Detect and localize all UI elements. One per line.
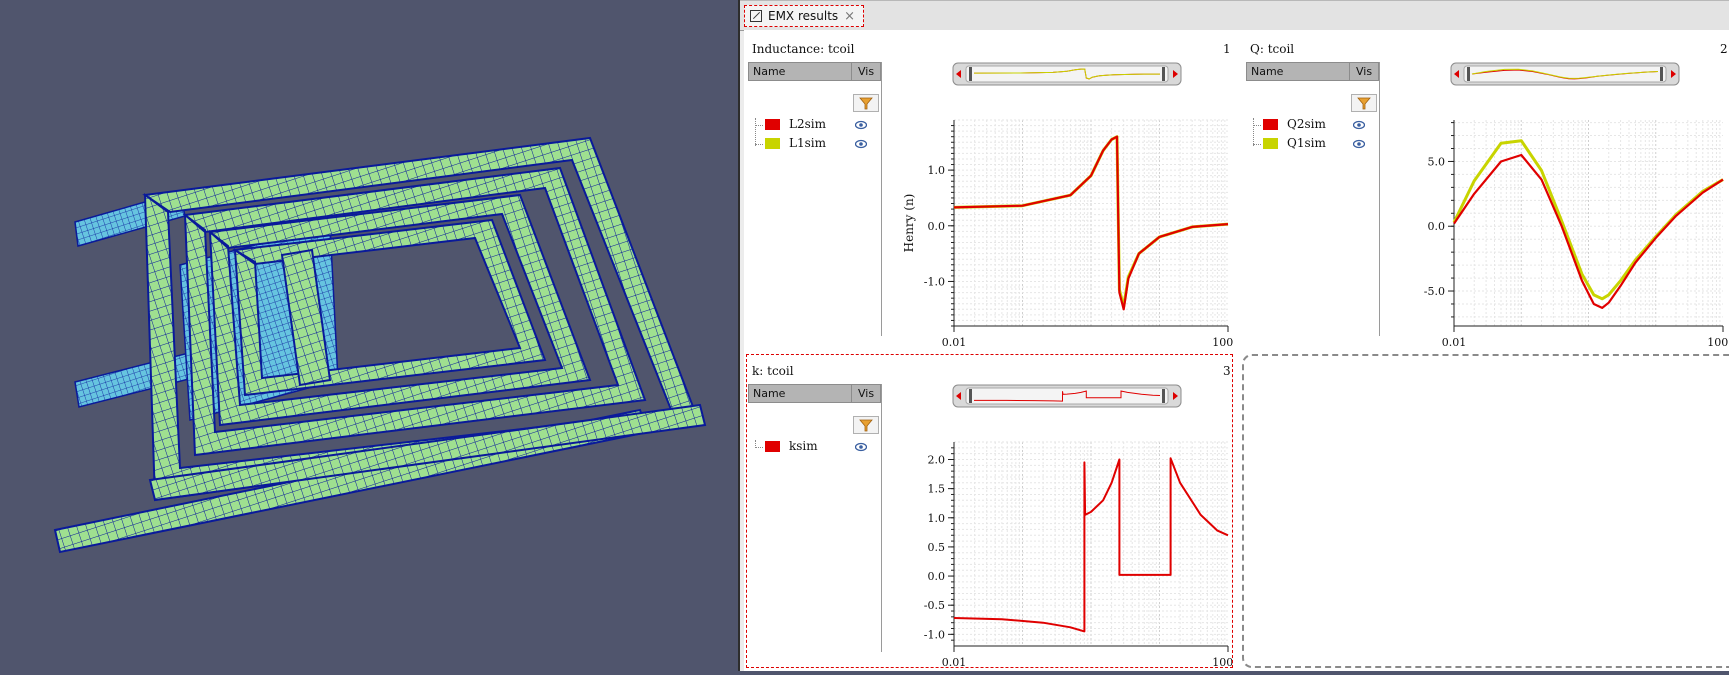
q-plot[interactable]: 5.00.0-5.00.01100.0(G)	[1380, 88, 1729, 348]
series-name: Q1sim	[1287, 136, 1326, 150]
x-tick-label: 0.01	[942, 336, 967, 348]
y-tick-label: 0.0	[928, 220, 946, 233]
tab-emx-results[interactable]: EMX results ×	[744, 5, 864, 27]
y-tick-label: 1.0	[928, 164, 946, 177]
legend-list-header: Name Vis	[748, 62, 881, 81]
y-tick-label: -1.0	[924, 275, 945, 288]
panel-inductance[interactable]: Inductance: tcoil 1 Name Vis L2sim L1sim	[744, 30, 1234, 348]
slider-handle-left	[969, 67, 972, 81]
eye-icon[interactable]	[855, 119, 867, 131]
plot-icon	[750, 10, 762, 22]
tab-label: EMX results	[768, 9, 839, 23]
y-tick-label: -5.0	[1424, 285, 1445, 298]
range-slider[interactable]	[1450, 61, 1680, 87]
tab-bar: EMX results ×	[740, 0, 1729, 31]
eye-icon[interactable]	[1353, 138, 1365, 150]
series-name: L1sim	[789, 136, 826, 150]
series-line-L2sim	[953, 135, 1229, 311]
inductance-plot[interactable]: 1.00.0-1.00.01100.0(G)Henry (n)	[882, 88, 1234, 348]
panel-title: Inductance: tcoil	[752, 42, 855, 56]
panel-number: 1	[1223, 42, 1231, 56]
slider-handle-right	[1162, 67, 1165, 81]
filter-funnel-icon[interactable]	[1351, 94, 1377, 112]
series-swatch	[1263, 138, 1278, 149]
selected-panel-frame	[746, 354, 1233, 668]
slider-handle-left	[1467, 67, 1470, 81]
legend-list-header: Name Vis	[1246, 62, 1379, 81]
eye-icon[interactable]	[855, 138, 867, 150]
column-vis: Vis	[858, 65, 875, 78]
close-icon[interactable]: ×	[844, 9, 855, 24]
range-slider[interactable]	[952, 61, 1182, 87]
series-swatch	[765, 138, 780, 149]
panel-title: Q: tcoil	[1250, 42, 1295, 56]
series-swatch	[765, 119, 780, 130]
panel-q[interactable]: Q: tcoil 2 Name Vis Q2sim Q1sim 5.0 0.0 -5…	[1242, 30, 1729, 348]
grid	[953, 119, 1228, 327]
x-tick-label: 100.0	[1212, 336, 1234, 348]
y-axis-label: Henry (n)	[902, 194, 916, 253]
y-tick-label: 0.0	[1428, 220, 1446, 233]
plot-grid: Inductance: tcoil 1 Name Vis L2sim L1sim	[744, 30, 1729, 671]
series-name: Q2sim	[1287, 117, 1326, 131]
eye-icon[interactable]	[1353, 119, 1365, 131]
series-name: L2sim	[789, 117, 826, 131]
slider-handle-right	[1660, 67, 1663, 81]
slider-window	[1463, 65, 1667, 83]
panel-number: 2	[1720, 42, 1728, 56]
x-tick-label: 100.0	[1707, 336, 1729, 348]
x-tick-label: 0.01	[1442, 336, 1467, 348]
filter-funnel-icon[interactable]	[853, 94, 879, 112]
empty-panel-slot[interactable]	[1242, 354, 1729, 668]
viewport-3d[interactable]	[0, 0, 738, 671]
column-name: Name	[753, 65, 786, 78]
series-swatch	[1263, 119, 1278, 130]
emx-results-pane: EMX results × Inductance: tcoil 1 Name V…	[738, 0, 1729, 671]
tcoil-mesh-render[interactable]	[0, 0, 738, 671]
y-tick-label: 5.0	[1428, 155, 1446, 168]
column-name: Name	[1251, 65, 1284, 78]
column-vis: Vis	[1356, 65, 1373, 78]
